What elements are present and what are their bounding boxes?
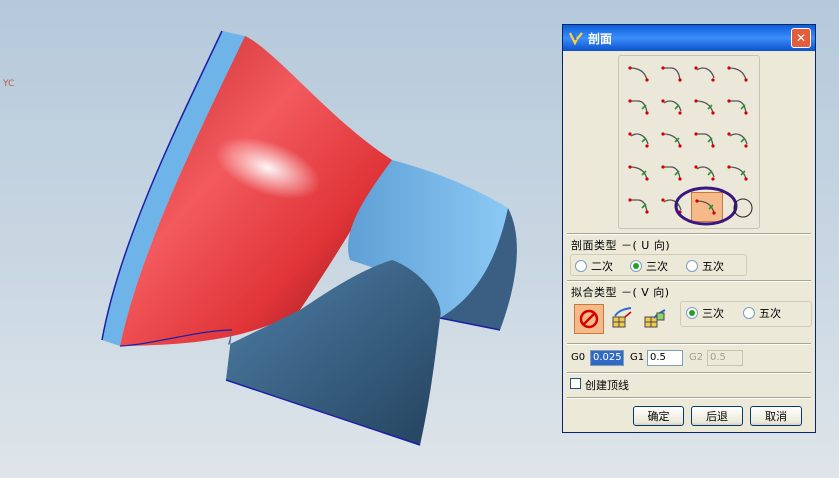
radio-button[interactable]: [575, 260, 587, 272]
divider: [567, 343, 811, 345]
g2-input: 0.5: [707, 350, 743, 366]
face-grid-icon: [612, 307, 632, 328]
g0-input[interactable]: 0.025: [590, 350, 624, 366]
fit-faces-button[interactable]: [607, 304, 637, 334]
section-type-option-icon[interactable]: [724, 159, 754, 187]
u-option-quintic[interactable]: 五次: [686, 258, 724, 274]
section-type-option-icon[interactable]: [724, 126, 754, 154]
radio-button[interactable]: [686, 307, 698, 319]
divider: [567, 372, 811, 374]
divider: [567, 397, 811, 399]
v-option-quintic[interactable]: 五次: [743, 305, 781, 321]
section-type-option-icon[interactable]: [724, 93, 754, 121]
u-option-cubic[interactable]: 三次: [630, 258, 668, 274]
section-type-option-icon[interactable]: [658, 192, 688, 220]
option-label: 三次: [702, 307, 724, 320]
section-u-title: 剖面类型 －( U 向): [571, 239, 671, 252]
divider: [567, 233, 811, 235]
close-icon: ✕: [795, 31, 807, 45]
dialog-title: 剖面: [588, 31, 613, 46]
section-type-option-icon[interactable]: [691, 93, 721, 121]
close-button[interactable]: ✕: [791, 28, 811, 48]
g0-label: G0: [571, 352, 586, 363]
fit-curves-button[interactable]: [640, 304, 670, 334]
g2-label: G2: [689, 352, 704, 363]
section-type-option-icon[interactable]: [658, 93, 688, 121]
radio-button[interactable]: [743, 307, 755, 319]
back-button[interactable]: 后退: [691, 406, 743, 426]
face-grid-icon: [644, 309, 666, 328]
app-icon: [569, 32, 583, 46]
section-type-option-icon[interactable]: [724, 60, 754, 88]
section-type-option-icon[interactable]: [691, 159, 721, 187]
section-type-option-icon[interactable]: [658, 60, 688, 88]
section-type-option-icon[interactable]: [625, 93, 655, 121]
create-apex-checkbox[interactable]: [570, 378, 581, 389]
option-label: 五次: [759, 307, 781, 320]
section-type-palette: [618, 55, 760, 229]
section-type-option-icon[interactable]: [625, 159, 655, 187]
create-apex-label: 创建顶线: [585, 379, 629, 392]
section-type-option-icon[interactable]: [691, 126, 721, 154]
option-label: 二次: [591, 260, 613, 273]
section-type-option-icon[interactable]: [625, 126, 655, 154]
section-dialog: 剖面 ✕ 剖面类型 －( U 向) 二次 三次 五次 拟合类型 －( V 向): [562, 24, 816, 433]
g1-input[interactable]: 0.5: [647, 350, 683, 366]
divider: [567, 280, 811, 282]
section-type-option-icon[interactable]: [658, 126, 688, 154]
prohibit-icon: [579, 309, 599, 329]
g1-label: G1: [630, 352, 645, 363]
radio-button[interactable]: [630, 260, 642, 272]
v-option-cubic[interactable]: 三次: [686, 305, 724, 321]
ok-button[interactable]: 确定: [633, 406, 684, 426]
section-type-option-icon[interactable]: [658, 159, 688, 187]
dialog-titlebar[interactable]: 剖面 ✕: [563, 25, 815, 51]
section-type-option-icon[interactable]: [691, 60, 721, 88]
section-type-option-icon[interactable]: [625, 60, 655, 88]
u-option-quadratic[interactable]: 二次: [575, 258, 613, 274]
section-type-option-icon[interactable]: [625, 192, 655, 220]
no-constraint-button[interactable]: [574, 304, 604, 334]
section-v-title: 拟合类型 －( V 向): [571, 286, 670, 299]
option-label: 五次: [702, 260, 724, 273]
cancel-button[interactable]: 取消: [750, 406, 802, 426]
option-label: 三次: [646, 260, 668, 273]
section-type-option-icon[interactable]: [691, 192, 723, 222]
radio-button[interactable]: [686, 260, 698, 272]
